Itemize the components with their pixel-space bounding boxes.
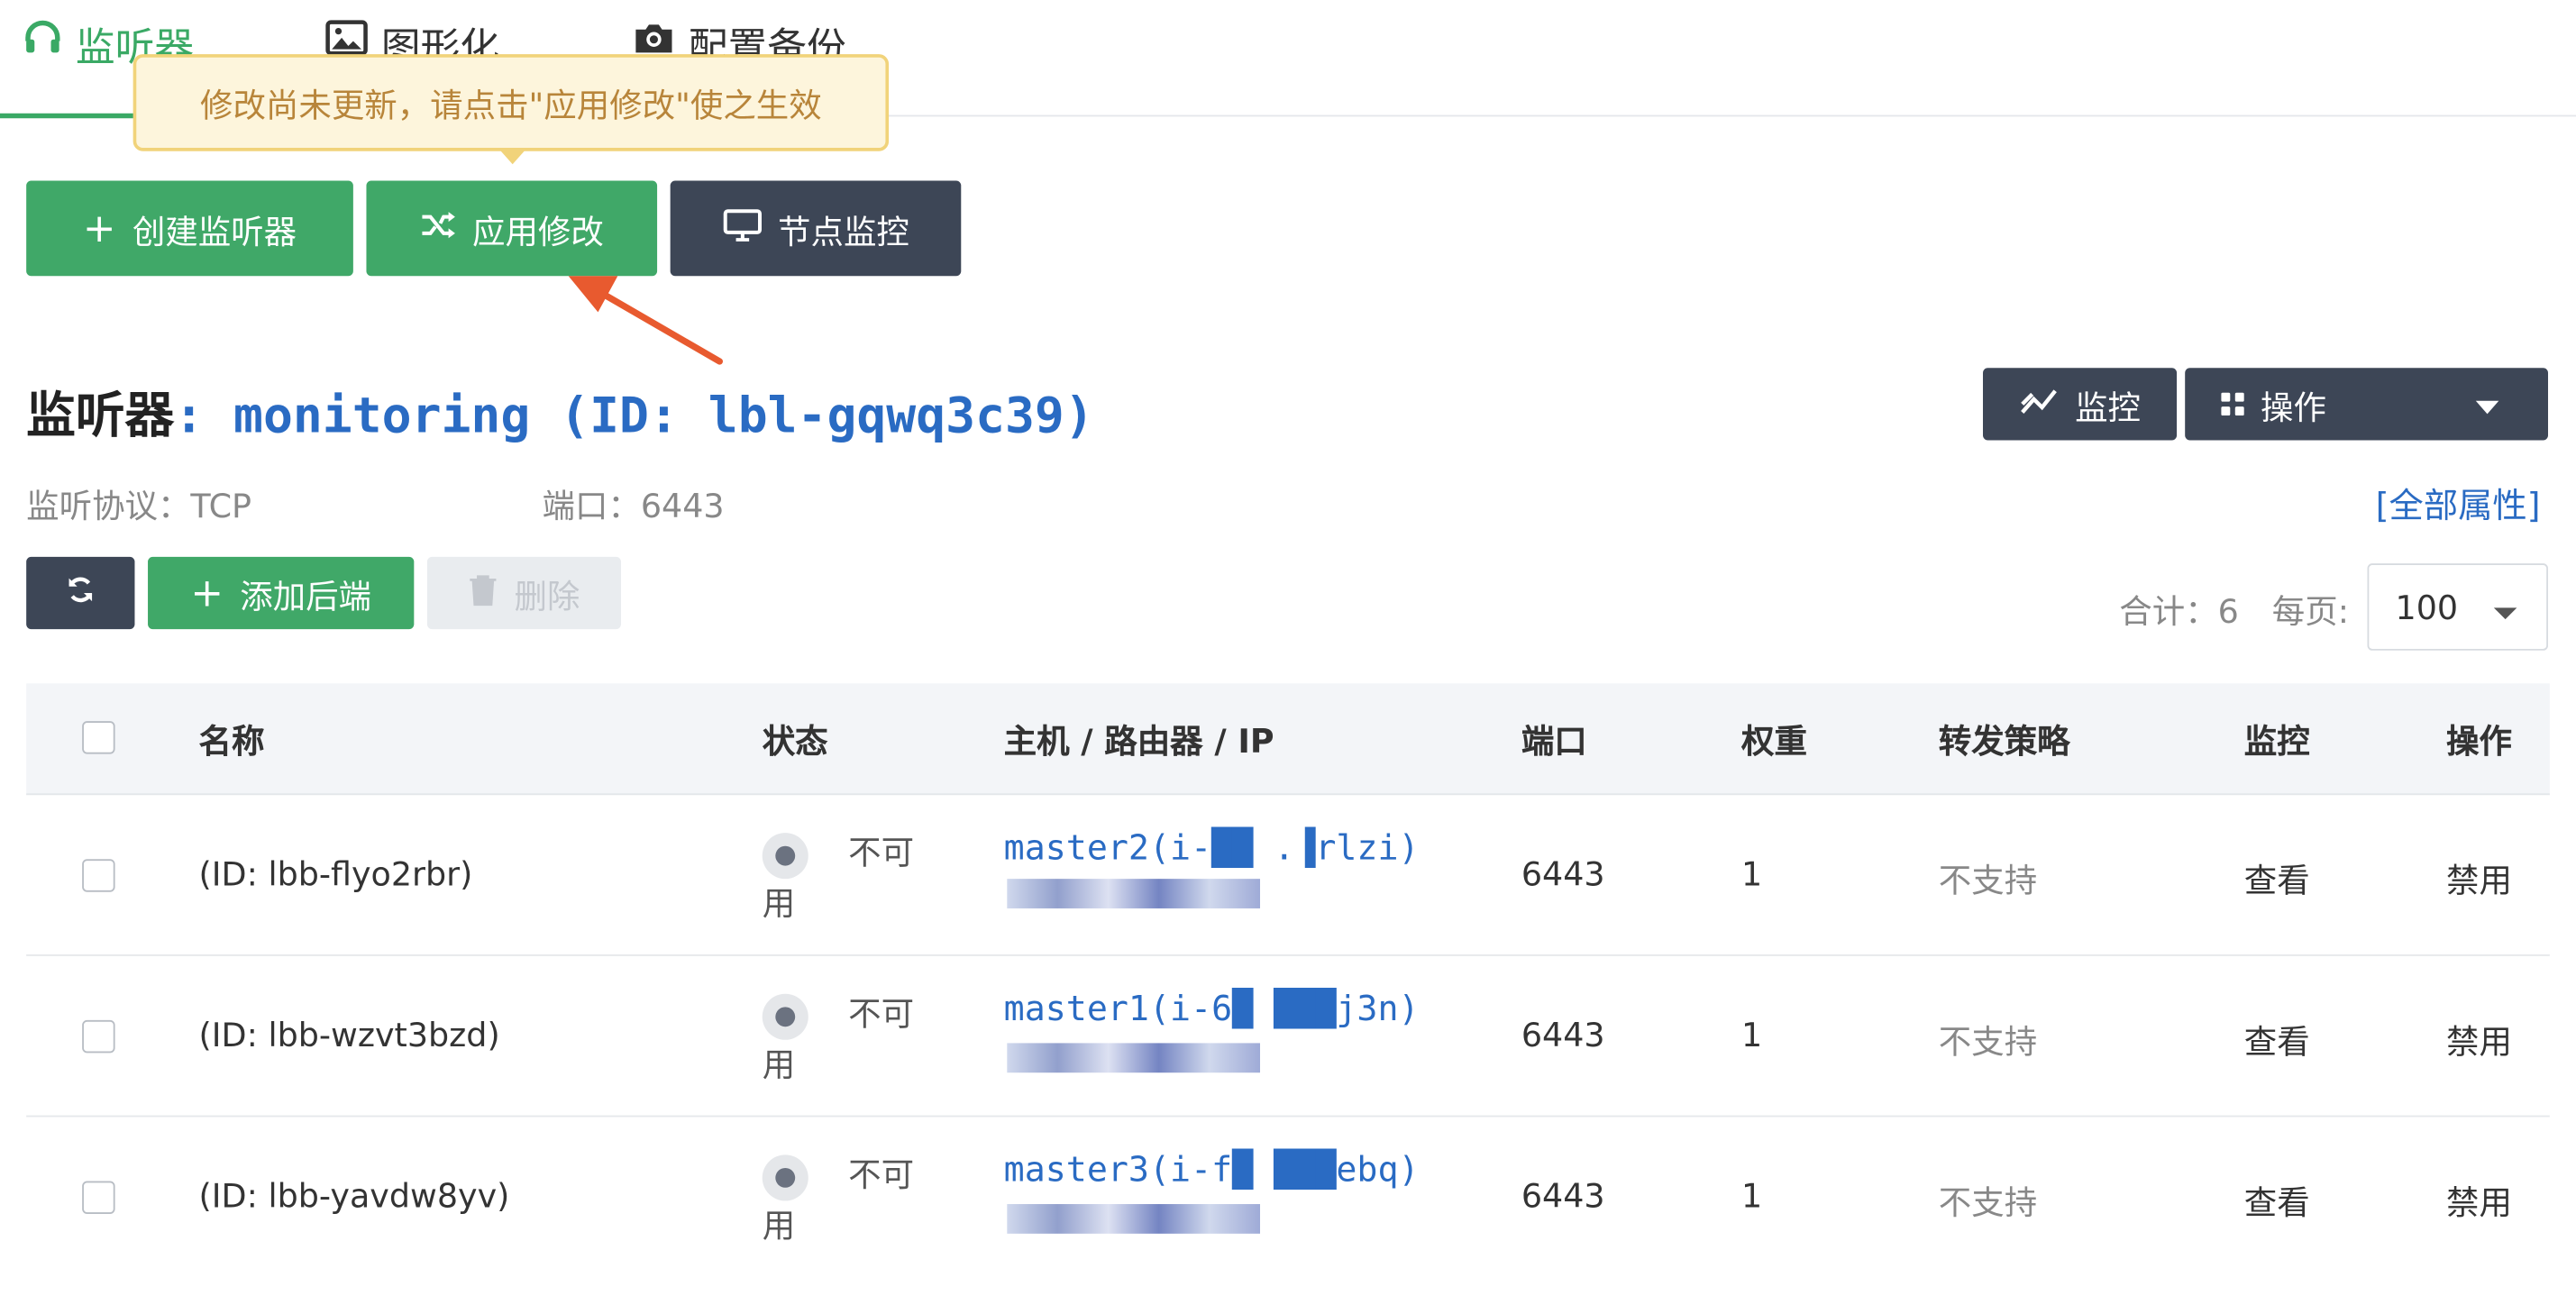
row-checkbox[interactable] xyxy=(82,1181,115,1214)
monitor-icon xyxy=(722,208,762,250)
create-listener-label: 创建监听器 xyxy=(132,211,297,251)
listener-title-prefix: 监听器 xyxy=(26,388,175,445)
col-policy: 转发策略 xyxy=(1938,721,2070,761)
tooltip-text: 修改尚未更新，请点击"应用修改"使之生效 xyxy=(199,85,822,125)
backend-host-link[interactable]: master3(i-f█ ███ebq) xyxy=(1004,1150,1420,1190)
page-size-select[interactable]: 100 xyxy=(2367,563,2549,651)
table-row: (ID: lbb-wzvt3bzd) 不可 用 master1(i-6█ ███… xyxy=(26,956,2550,1118)
row-checkbox[interactable] xyxy=(82,859,115,892)
status-text-2: 用 xyxy=(762,1204,796,1245)
view-monitor-link[interactable]: 查看 xyxy=(2244,1176,2310,1224)
annotation-arrow-icon xyxy=(568,276,723,365)
add-backend-button[interactable]: + 添加后端 xyxy=(148,556,415,630)
listener-protocol: 监听协议：TCP xyxy=(26,486,252,526)
table-row: (ID: lbb-yavdw8yv) 不可 用 master3(i-f█ ███… xyxy=(26,1117,2550,1276)
col-monitor: 监控 xyxy=(2243,721,2310,761)
select-all-checkbox[interactable] xyxy=(82,721,115,754)
create-listener-button[interactable]: + 创建监听器 xyxy=(26,180,353,277)
operations-label: 操作 xyxy=(2261,387,2326,426)
node-monitor-button[interactable]: 节点监控 xyxy=(670,180,962,277)
grid-icon xyxy=(2221,385,2244,424)
tooltip-pointer xyxy=(499,149,526,165)
status-radio-icon xyxy=(762,992,808,1039)
table-row: (ID: lbb-flyo2rbr) 不可 用 master2(i-██ .▐r… xyxy=(26,795,2550,956)
redacted-ip xyxy=(1007,1204,1261,1234)
backend-weight: 1 xyxy=(1741,1176,1763,1216)
col-port: 端口 xyxy=(1521,721,1587,761)
backend-status: 不可 用 xyxy=(762,828,943,927)
backend-policy: 不支持 xyxy=(1938,1182,2038,1223)
backend-status: 不可 用 xyxy=(762,989,943,1088)
col-host: 主机 / 路由器 / IP xyxy=(1003,721,1274,761)
redacted-ip xyxy=(1007,879,1261,908)
status-text-2: 用 xyxy=(762,882,796,923)
status-radio-icon xyxy=(762,1154,808,1200)
backend-port: 6443 xyxy=(1521,853,1605,894)
status-radio-icon xyxy=(762,832,808,879)
col-weight: 权重 xyxy=(1741,721,1807,761)
trash-icon xyxy=(468,572,498,614)
headphones-icon xyxy=(23,18,63,68)
listener-name: : monitoring (ID: lbl-gqwq3c39) xyxy=(174,388,1094,445)
delete-label: 删除 xyxy=(514,575,580,616)
operations-dropdown[interactable]: 操作 xyxy=(2185,368,2549,441)
listener-monitor-button[interactable]: 监控 xyxy=(1982,368,2178,441)
per-page-label: 每页: xyxy=(2271,591,2350,631)
backend-weight: 1 xyxy=(1741,853,1763,894)
apply-changes-label: 应用修改 xyxy=(472,211,604,251)
apply-changes-button[interactable]: 应用修改 xyxy=(366,180,658,277)
col-actions: 操作 xyxy=(2446,721,2512,761)
status-text-1: 不可 xyxy=(848,833,915,872)
disable-link[interactable]: 禁用 xyxy=(2446,854,2512,902)
listener-monitor-label: 监控 xyxy=(2075,387,2141,426)
row-checkbox[interactable] xyxy=(82,1019,115,1054)
all-attributes-link[interactable]: [全部属性] xyxy=(2376,479,2541,529)
caret-down-icon xyxy=(2493,607,2517,620)
total-count: 合计：6 xyxy=(2119,591,2239,631)
plus-icon: + xyxy=(190,570,224,616)
backend-name: (ID: lbb-yavdw8yv) xyxy=(198,1176,510,1216)
col-name: 名称 xyxy=(198,721,265,761)
backend-status: 不可 用 xyxy=(762,1150,943,1249)
backend-policy: 不支持 xyxy=(1938,1021,2038,1062)
backend-host-link[interactable]: master2(i-██ .▐rlzi) xyxy=(1004,828,1420,868)
backend-name: (ID: lbb-flyo2rbr) xyxy=(198,853,473,894)
status-text-1: 不可 xyxy=(848,993,915,1034)
shuffle-icon xyxy=(420,208,456,248)
disable-link[interactable]: 禁用 xyxy=(2446,1176,2512,1224)
listener-title: 监听器 : monitoring (ID: lbl-gqwq3c39) xyxy=(26,375,1094,447)
table-header: 名称 状态 主机 / 路由器 / IP 端口 权重 转发策略 监控 操作 xyxy=(26,683,2550,796)
refresh-icon xyxy=(64,572,96,614)
view-monitor-link[interactable]: 查看 xyxy=(2244,854,2310,902)
plus-icon: + xyxy=(82,205,116,251)
view-monitor-link[interactable]: 查看 xyxy=(2244,1015,2310,1063)
backend-weight: 1 xyxy=(1741,1015,1763,1055)
listener-port: 端口：6443 xyxy=(542,486,725,526)
backend-port: 6443 xyxy=(1521,1015,1605,1055)
status-text-1: 不可 xyxy=(848,1154,915,1195)
line-chart-icon xyxy=(2019,384,2059,425)
node-monitor-label: 节点监控 xyxy=(778,211,909,251)
col-status: 状态 xyxy=(762,721,828,761)
caret-down-icon xyxy=(2475,400,2499,415)
disable-link[interactable]: 禁用 xyxy=(2446,1015,2512,1063)
backend-port: 6443 xyxy=(1521,1176,1605,1216)
refresh-button[interactable] xyxy=(26,556,135,630)
add-backend-label: 添加后端 xyxy=(240,575,372,616)
page-size-value: 100 xyxy=(2395,587,2459,627)
delete-button[interactable]: 删除 xyxy=(426,556,621,630)
backend-host-link[interactable]: master1(i-6█ ███j3n) xyxy=(1004,989,1420,1028)
status-text-2: 用 xyxy=(762,1044,796,1084)
backend-name: (ID: lbb-wzvt3bzd) xyxy=(198,1015,500,1055)
redacted-ip xyxy=(1007,1043,1261,1073)
unsaved-changes-tooltip: 修改尚未更新，请点击"应用修改"使之生效 xyxy=(132,54,890,151)
backend-policy: 不支持 xyxy=(1938,861,2038,900)
